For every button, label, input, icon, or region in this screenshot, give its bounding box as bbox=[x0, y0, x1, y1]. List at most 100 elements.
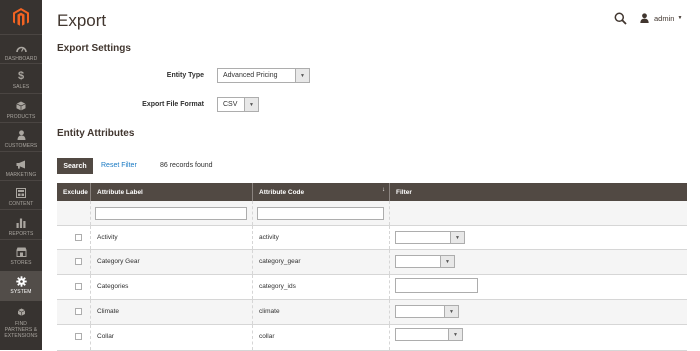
file-format-select[interactable]: CSV ▼ bbox=[217, 97, 259, 112]
file-format-label: Export File Format bbox=[142, 101, 204, 108]
nav-label: CUSTOMERS bbox=[4, 143, 38, 149]
dollar-icon: $ bbox=[17, 70, 25, 82]
filter-select[interactable]: ▼ bbox=[395, 231, 465, 244]
exclude-checkbox[interactable] bbox=[75, 234, 82, 241]
chevron-down-icon: ▼ bbox=[450, 232, 464, 243]
nav-item-reports[interactable]: REPORTS bbox=[0, 213, 42, 242]
nav-separator bbox=[0, 239, 42, 240]
column-header-exclude: Exclude bbox=[57, 183, 91, 201]
nav-item-find-partners[interactable]: FIND PARTNERS & EXTENSIONS bbox=[0, 303, 42, 343]
chevron-down-icon: ▼ bbox=[444, 306, 458, 317]
export-settings-title: Export Settings bbox=[57, 43, 131, 54]
nav-label: SALES bbox=[12, 84, 30, 90]
exclude-checkbox[interactable] bbox=[75, 283, 82, 290]
nav-separator bbox=[0, 63, 42, 64]
entity-attributes-title: Entity Attributes bbox=[57, 128, 135, 139]
nav-item-customers[interactable]: CUSTOMERS bbox=[0, 125, 42, 154]
attribute-label-cell: Category Gear bbox=[91, 250, 253, 274]
filter-text-input[interactable] bbox=[395, 278, 478, 293]
reset-filter-link[interactable]: Reset Filter bbox=[101, 162, 137, 169]
caret-down-icon: ▼ bbox=[677, 15, 683, 21]
attribute-label-cell: Collar bbox=[91, 325, 253, 350]
nav-label: FIND PARTNERS & EXTENSIONS bbox=[4, 321, 38, 339]
attribute-label: Categories bbox=[97, 283, 129, 290]
dashboard-icon bbox=[15, 42, 27, 54]
attribute-label: Collar bbox=[97, 333, 114, 340]
column-label: Attribute Code bbox=[259, 188, 305, 196]
entity-type-value: Advanced Pricing bbox=[223, 72, 278, 79]
attribute-code: climate bbox=[259, 308, 280, 315]
layout-icon bbox=[16, 187, 26, 199]
filter-select[interactable]: ▼ bbox=[395, 328, 463, 341]
attribute-label-filter-input[interactable] bbox=[95, 207, 247, 220]
exclude-checkbox[interactable] bbox=[75, 308, 82, 315]
admin-sidebar: DASHBOARD $ SALES PRODUCTS CUSTOMERS MAR… bbox=[0, 0, 42, 350]
entity-type-label: Entity Type bbox=[166, 72, 204, 79]
attribute-code-cell: category_gear bbox=[253, 250, 390, 274]
attribute-label: Activity bbox=[97, 234, 118, 241]
filter-cell bbox=[57, 201, 91, 225]
cube-icon bbox=[16, 100, 26, 112]
attribute-code-filter-input[interactable] bbox=[257, 207, 384, 220]
table-row: Collar collar ▼ bbox=[57, 325, 687, 351]
column-header-attribute-label[interactable]: Attribute Label bbox=[91, 183, 253, 201]
column-header-attribute-code[interactable]: Attribute Code ↓ bbox=[253, 183, 390, 201]
exclude-cell bbox=[57, 275, 91, 299]
attribute-code: activity bbox=[259, 234, 279, 241]
attribute-code: category_gear bbox=[259, 258, 301, 265]
nav-separator bbox=[0, 122, 42, 123]
nav-separator bbox=[0, 180, 42, 181]
chevron-down-icon: ▼ bbox=[440, 256, 454, 267]
nav-separator bbox=[0, 209, 42, 210]
grid-header: Exclude Attribute Label Attribute Code ↓… bbox=[57, 183, 687, 201]
nav-separator bbox=[0, 93, 42, 94]
attribute-code-cell: climate bbox=[253, 300, 390, 324]
nav-item-sales[interactable]: $ SALES bbox=[0, 66, 42, 95]
nav-separator bbox=[0, 151, 42, 152]
bar-chart-icon bbox=[16, 217, 26, 229]
gear-icon bbox=[15, 275, 27, 287]
admin-username: admin bbox=[654, 13, 675, 23]
exclude-cell bbox=[57, 325, 91, 350]
attribute-label: Category Gear bbox=[97, 258, 140, 265]
nav-label: CONTENT bbox=[8, 201, 34, 207]
attribute-code: category_ids bbox=[259, 283, 296, 290]
exclude-checkbox[interactable] bbox=[75, 258, 82, 265]
nav-item-stores[interactable]: STORES bbox=[0, 242, 42, 271]
megaphone-icon bbox=[16, 158, 27, 170]
file-format-value: CSV bbox=[223, 101, 238, 108]
table-row: Category Gear category_gear ▼ bbox=[57, 250, 687, 275]
filter-select[interactable]: ▼ bbox=[395, 305, 459, 318]
attribute-label-cell: Categories bbox=[91, 275, 253, 299]
table-row: Activity activity ▼ bbox=[57, 226, 687, 250]
magento-logo[interactable] bbox=[0, 0, 42, 34]
grid-filter-row bbox=[57, 201, 687, 226]
chevron-down-icon: ▼ bbox=[295, 69, 309, 82]
boxes-icon bbox=[16, 307, 27, 319]
nav-item-content[interactable]: CONTENT bbox=[0, 183, 42, 212]
attribute-code-cell: collar bbox=[253, 325, 390, 350]
admin-user-menu[interactable]: admin ▼ bbox=[640, 13, 682, 23]
chevron-down-icon: ▼ bbox=[448, 329, 462, 340]
page-title: Export bbox=[57, 11, 107, 30]
entity-type-select[interactable]: Advanced Pricing ▼ bbox=[217, 68, 310, 83]
exclude-checkbox[interactable] bbox=[75, 333, 82, 340]
nav-label: PRODUCTS bbox=[6, 114, 36, 120]
exclude-cell bbox=[57, 300, 91, 324]
filter-select[interactable]: ▼ bbox=[395, 255, 455, 268]
attribute-label-cell: Climate bbox=[91, 300, 253, 324]
attribute-label-cell: Activity bbox=[91, 226, 253, 249]
nav-label: DASHBOARD bbox=[4, 56, 38, 62]
table-row: Climate climate ▼ bbox=[57, 300, 687, 325]
nav-item-marketing[interactable]: MARKETING bbox=[0, 154, 42, 183]
search-button[interactable]: Search bbox=[57, 158, 93, 174]
exclude-cell bbox=[57, 250, 91, 274]
table-row: Categories category_ids bbox=[57, 275, 687, 300]
nav-item-products[interactable]: PRODUCTS bbox=[0, 96, 42, 125]
records-found: 86 records found bbox=[160, 162, 213, 169]
sort-arrow-icon: ↓ bbox=[382, 187, 385, 193]
nav-item-system[interactable]: SYSTEM bbox=[0, 271, 42, 301]
search-icon[interactable] bbox=[614, 12, 627, 30]
exclude-cell bbox=[57, 226, 91, 249]
nav-label: MARKETING bbox=[5, 172, 37, 178]
